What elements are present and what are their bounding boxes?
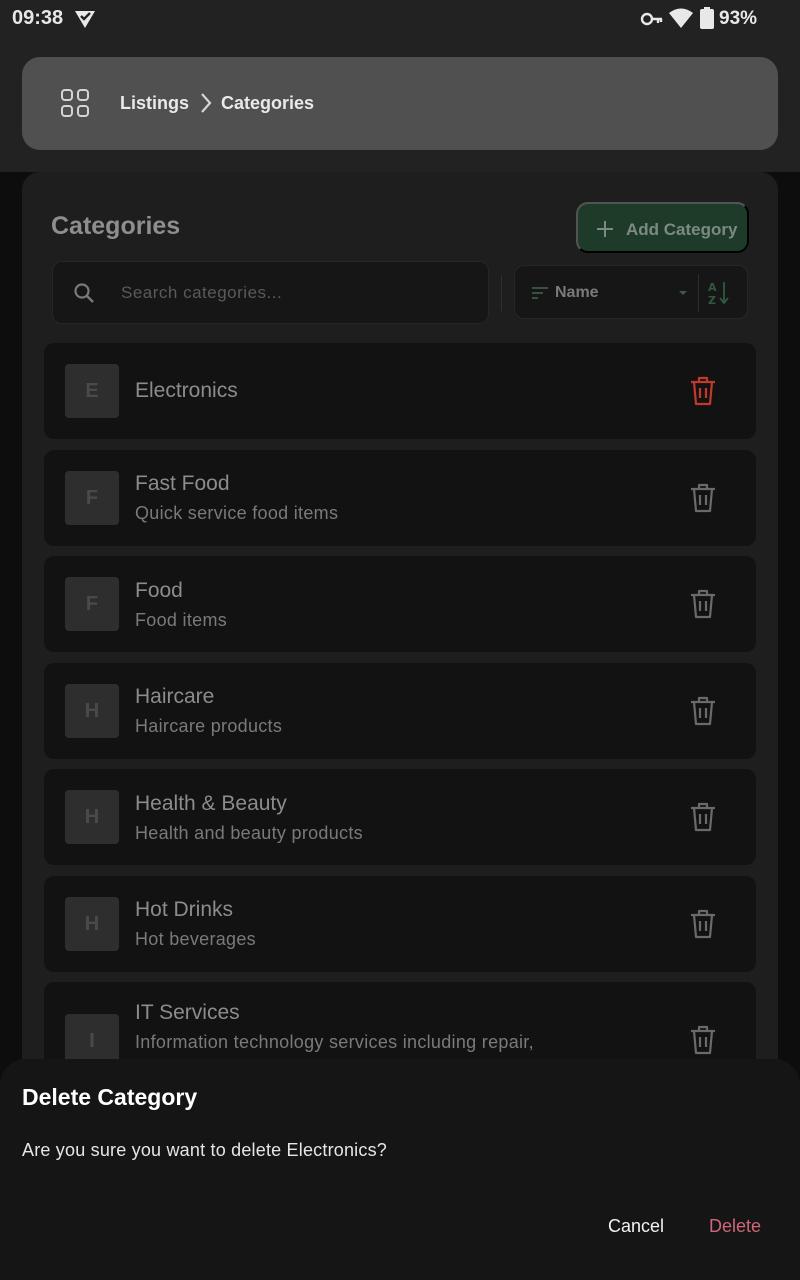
breadcrumb-listings[interactable]: Listings [120, 93, 189, 114]
category-item[interactable]: F Food Food items [44, 556, 756, 652]
category-name: IT Services [135, 1001, 240, 1024]
svg-text:A: A [708, 281, 717, 294]
category-avatar: H [65, 684, 119, 738]
top-app-bar: Listings Categories [0, 38, 800, 172]
category-item[interactable]: H Hot Drinks Hot beverages [44, 876, 756, 972]
category-description: Haircare products [135, 716, 283, 736]
search-input[interactable] [121, 276, 471, 310]
trash-icon[interactable] [688, 588, 718, 620]
trash-icon[interactable] [688, 695, 718, 727]
category-item[interactable]: H Haircare Haircare products [44, 663, 756, 759]
wifi-icon: 4 [669, 8, 693, 29]
category-description: Health and beauty products [135, 823, 363, 843]
cancel-button[interactable]: Cancel [596, 1209, 676, 1243]
category-description: Food items [135, 610, 228, 630]
breadcrumb: Listings Categories [22, 57, 778, 150]
category-avatar: E [65, 364, 119, 418]
status-time: 09:38 [12, 7, 64, 29]
category-name: Food [135, 579, 183, 602]
plus-icon [597, 221, 613, 237]
category-name: Electronics [135, 379, 238, 402]
delete-button[interactable]: Delete [697, 1209, 773, 1243]
category-avatar: H [65, 790, 119, 844]
category-item[interactable]: E Electronics [44, 343, 756, 439]
status-bar: 09:38 4 93% [0, 0, 800, 38]
chevron-down-icon [679, 291, 687, 295]
dialog-message: Are you sure you want to delete Electron… [22, 1140, 387, 1160]
category-name: Haircare [135, 685, 215, 708]
sort-selected-value: Name [555, 284, 599, 301]
chevron-right-icon [201, 93, 212, 113]
category-name: Health & Beauty [135, 792, 287, 815]
sort-divider [698, 274, 699, 312]
breadcrumb-categories: Categories [221, 93, 315, 113]
trash-icon[interactable] [688, 908, 718, 940]
category-item[interactable]: H Health & Beauty Health and beauty prod… [44, 769, 756, 865]
trash-icon[interactable] [688, 375, 718, 407]
category-name: Fast Food [135, 472, 230, 495]
apps-grid-icon[interactable] [60, 88, 90, 118]
vpn-key-icon [640, 12, 663, 26]
battery-icon [700, 7, 714, 29]
svg-text:4: 4 [685, 20, 691, 29]
category-description: Quick service food items [135, 503, 339, 523]
search-icon [74, 283, 94, 303]
category-avatar: H [65, 897, 119, 951]
delete-category-dialog: Delete Category Are you sure you want to… [0, 1059, 800, 1280]
sort-lines-icon [532, 287, 548, 299]
category-item[interactable]: F Fast Food Quick service food items [44, 450, 756, 546]
add-category-button[interactable]: Add Category [576, 202, 749, 253]
sort-dropdown[interactable]: Name A Z [514, 265, 748, 319]
search-field[interactable] [52, 261, 489, 324]
trash-icon[interactable] [688, 801, 718, 833]
category-name: Hot Drinks [135, 898, 234, 921]
category-description: Information technology services includin… [135, 1032, 534, 1052]
dialog-title: Delete Category [22, 1084, 198, 1110]
trash-icon[interactable] [688, 1024, 718, 1056]
sort-az-icon[interactable]: A Z [708, 280, 730, 306]
battery-percentage: 93% [719, 8, 758, 29]
notification-check-icon [75, 11, 95, 28]
category-avatar: F [65, 471, 119, 525]
add-category-label: Add Category [626, 220, 738, 239]
trash-icon[interactable] [688, 482, 718, 514]
category-avatar: F [65, 577, 119, 631]
category-description: Hot beverages [135, 929, 256, 949]
toolbar-divider [501, 275, 502, 311]
svg-text:Z: Z [708, 294, 716, 306]
page-title: Categories [51, 212, 181, 240]
